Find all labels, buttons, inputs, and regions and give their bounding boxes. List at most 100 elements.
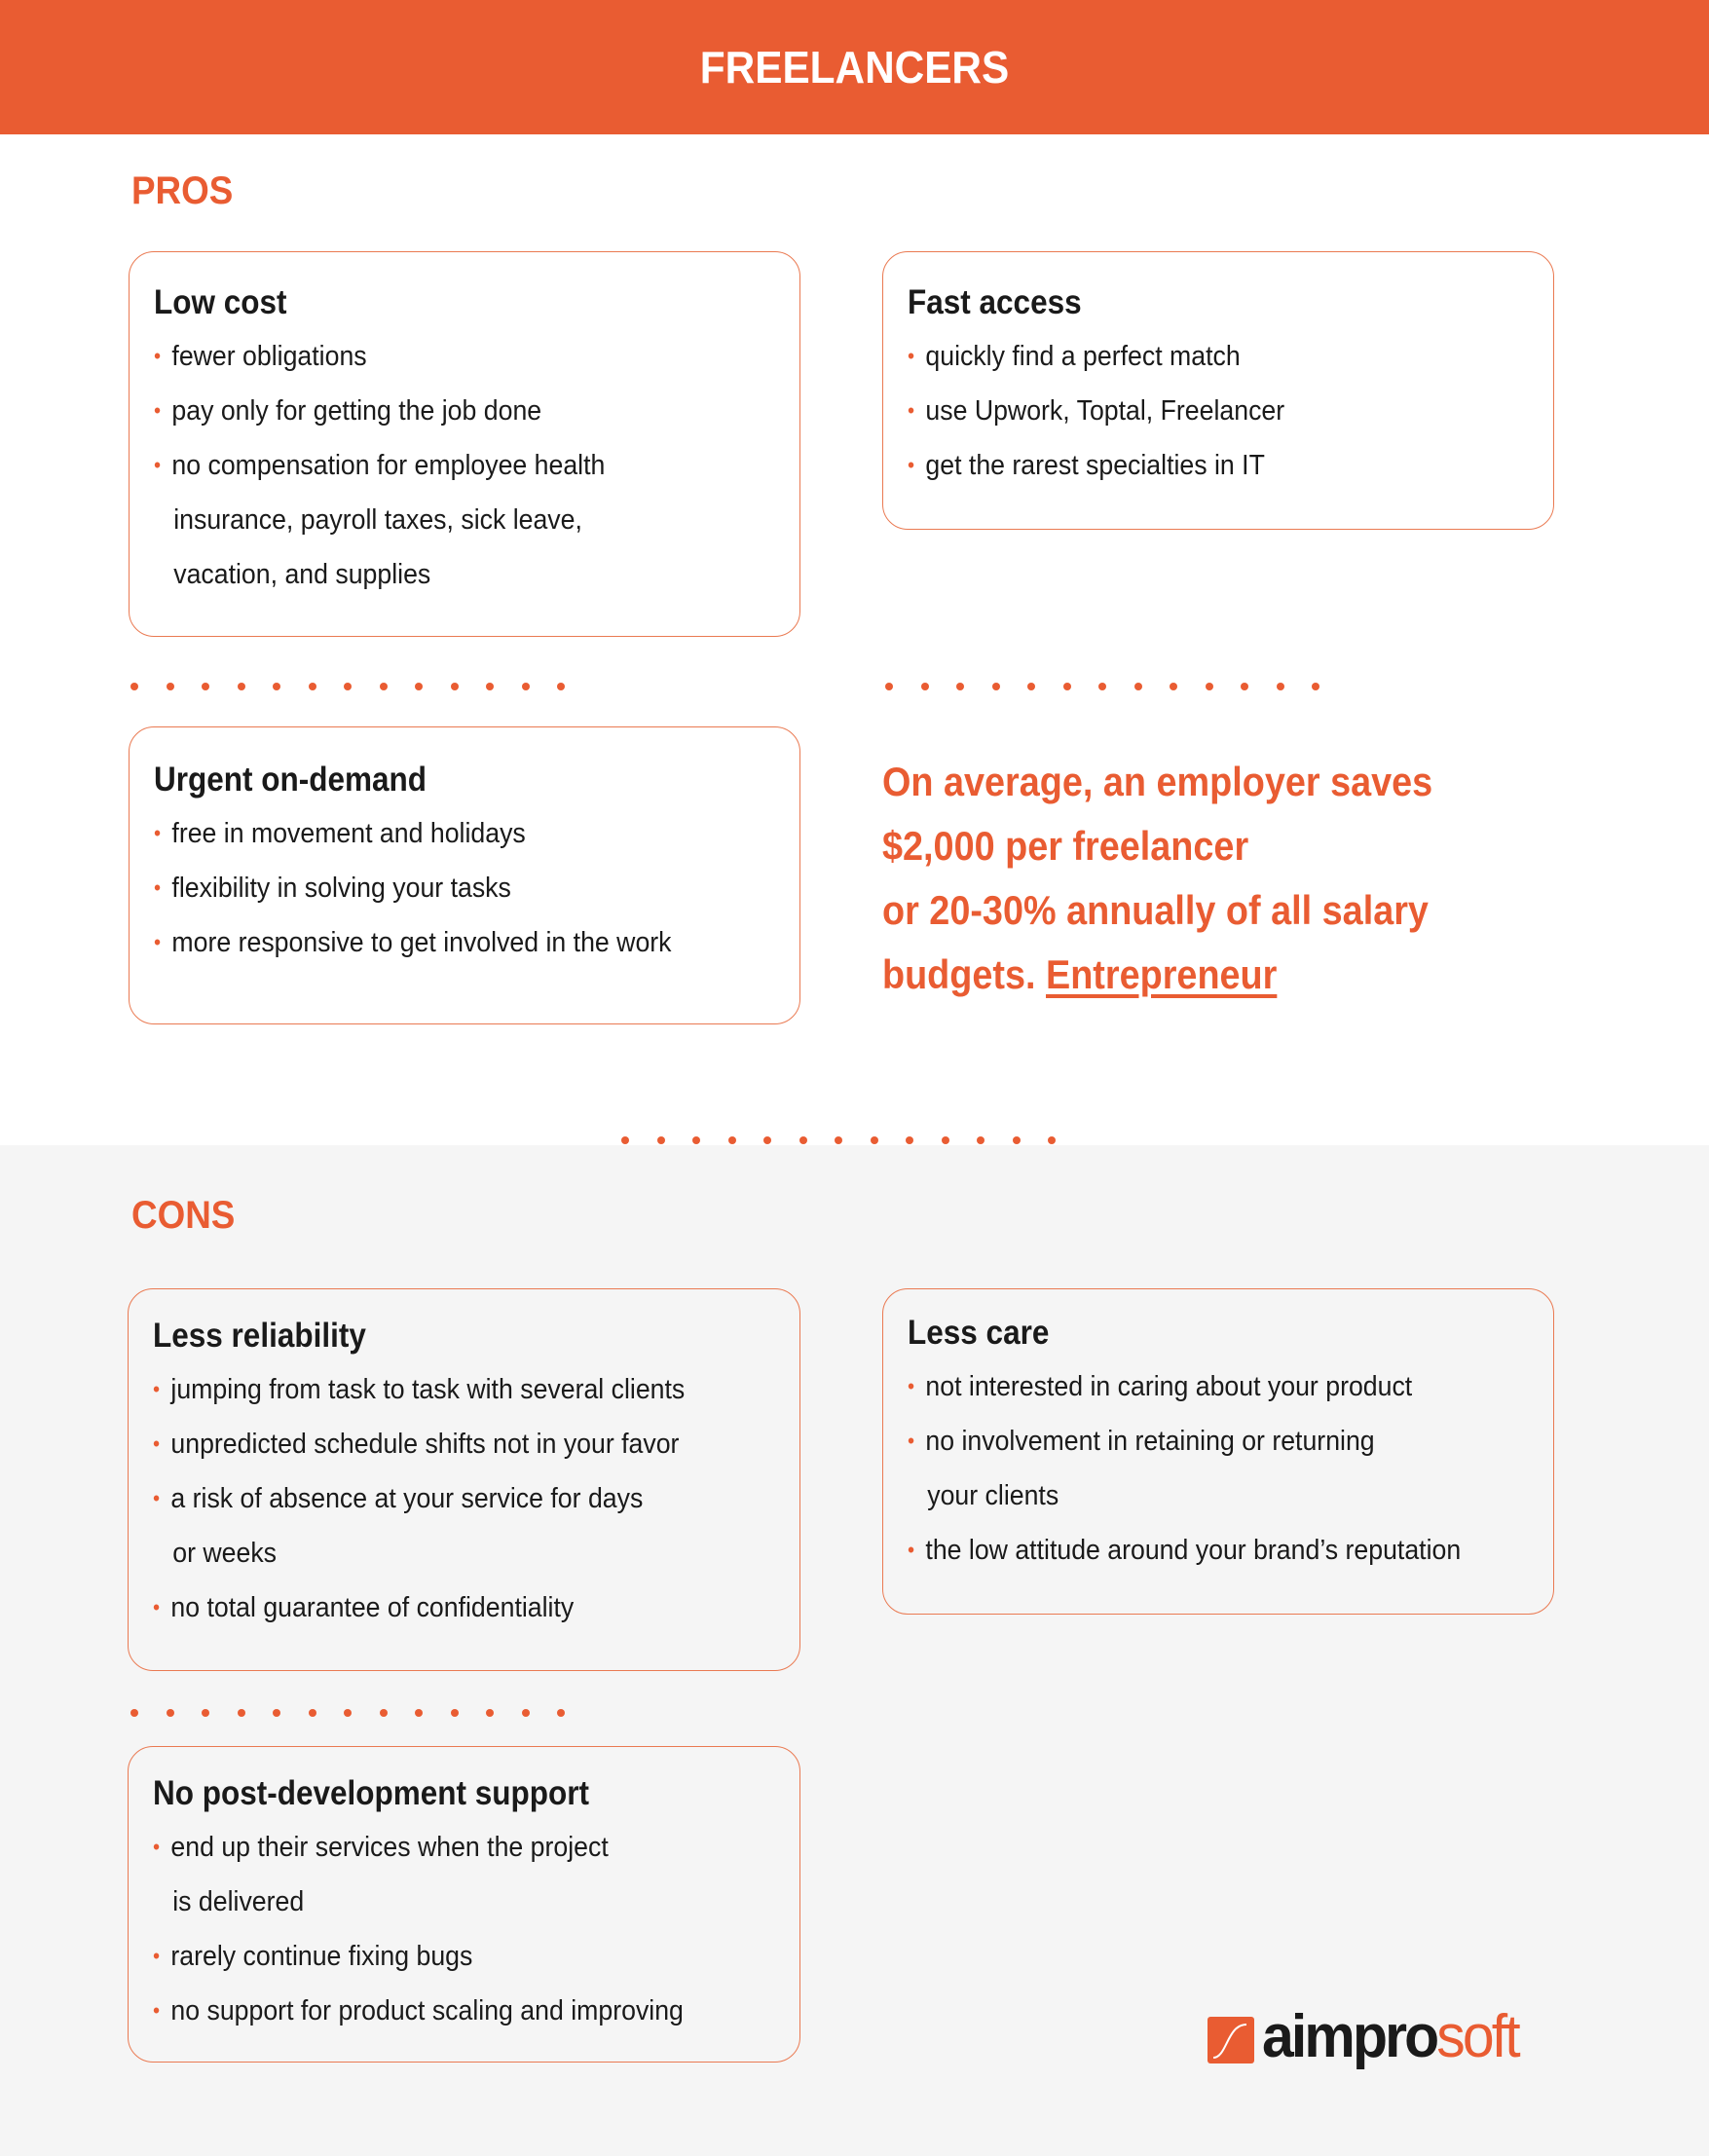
quote-line: $2,000 per freelancer (882, 823, 1249, 869)
dot (344, 1709, 352, 1717)
dot (486, 1709, 494, 1717)
dot (727, 1136, 736, 1144)
dot (237, 683, 245, 690)
bullet-icon: • (908, 1374, 915, 1398)
list-item-text: the low attitude around your brand’s rep… (925, 1535, 1462, 1566)
list-item-text: use Upwork, Toptal, Freelancer (925, 395, 1285, 427)
dot (656, 1136, 665, 1144)
quote-line: budgets. Entrepreneur (882, 943, 1513, 1007)
list-item-text: free in movement and holidays (171, 818, 526, 849)
quote-line: or 20-30% annually of all salary (882, 887, 1429, 933)
quote-line: On average, an employer saves (882, 759, 1433, 804)
dot (1098, 683, 1106, 690)
bullet-icon: • (153, 1377, 161, 1401)
dot (415, 683, 423, 690)
aimprosoft-s-curve-icon (1207, 2017, 1254, 2063)
dot (1048, 1136, 1056, 1144)
dot (130, 683, 138, 690)
list-item: • the low attitude around your brand’s re… (908, 1523, 1502, 1578)
dot (450, 683, 459, 690)
bullet-icon: • (908, 344, 915, 368)
list-item-text: no compensation for employee health (171, 450, 606, 481)
bullet-list: • jumping from task to task with several … (153, 1362, 799, 1635)
list-item-text-continued: vacation, and supplies (173, 559, 431, 590)
cons-card-less-reliability: Less reliability • jumping from task to ta… (128, 1288, 800, 1671)
dot (379, 1709, 388, 1717)
list-item-text-continued: your clients (927, 1480, 1059, 1511)
dot (521, 1709, 530, 1717)
dot (885, 683, 893, 690)
list-item: • no total guarantee of confidentiality (153, 1580, 748, 1635)
quote-line-prefix: budgets. (882, 951, 1047, 997)
list-item: • no involvement in retaining or returnin… (908, 1414, 1502, 1523)
list-item-text: end up their services when the project (170, 1832, 609, 1863)
card-title: No post-development support (153, 1774, 590, 1812)
dot (308, 1709, 316, 1717)
list-item-text: no total guarantee of confidentiality (170, 1592, 575, 1623)
bullet-icon: • (153, 1998, 161, 2023)
bullet-icon: • (908, 1538, 915, 1562)
list-item-text: no involvement in retaining or returning (925, 1426, 1375, 1457)
bullet-icon: • (908, 453, 915, 477)
list-item-text: rarely continue fixing bugs (170, 1941, 473, 1972)
bullet-icon: • (153, 1835, 161, 1859)
card-title: Less care (908, 1314, 1050, 1352)
list-item: • get the rarest specialties in IT (908, 438, 1502, 493)
list-item: • free in movement and holidays (154, 806, 748, 861)
list-item-text-continued: insurance, payroll taxes, sick leave, (173, 504, 582, 536)
list-item-text: a risk of absence at your service for da… (170, 1483, 644, 1514)
dot (486, 683, 494, 690)
dot (237, 1709, 245, 1717)
bullet-icon: • (154, 344, 162, 368)
dot (273, 683, 280, 690)
section-divider-dots (621, 1136, 1084, 1146)
logo-wordmark-accent: soft (1436, 2003, 1520, 2070)
dot (273, 1709, 280, 1717)
dot (906, 1136, 913, 1144)
bullet-icon: • (908, 1429, 915, 1453)
list-item: • quickly find a perfect match (908, 329, 1502, 384)
dot (941, 1136, 949, 1144)
dot (1133, 683, 1142, 690)
dot (1062, 683, 1071, 690)
dot (1276, 683, 1284, 690)
dot (956, 683, 964, 690)
pros-card-low-cost: Low cost • fewer obligations • pay only for … (129, 251, 800, 637)
list-item: • pay only for getting the job done (154, 384, 748, 438)
dot (621, 1136, 629, 1144)
dot (763, 1136, 771, 1144)
dot (557, 1709, 565, 1717)
bullet-icon: • (154, 875, 162, 900)
page-header: FREELANCERS (0, 0, 1709, 134)
bullet-list: • quickly find a perfect match • use Upwork… (908, 329, 1553, 493)
dot (692, 1136, 700, 1144)
dot (308, 683, 316, 690)
dot (1012, 1136, 1021, 1144)
cons-card-less-care: Less care • not interested in caring about… (882, 1288, 1554, 1615)
pros-card-urgent-on-demand: Urgent on-demand • free in movement and ho… (129, 726, 800, 1024)
list-item-text: not interested in caring about your prod… (925, 1371, 1413, 1402)
savings-quote: On average, an employer saves $2,000 per… (882, 750, 1513, 1007)
card-title: Less reliability (153, 1317, 366, 1355)
dot (991, 683, 1000, 690)
list-item: • a risk of absence at your service for d… (153, 1471, 748, 1580)
list-item-text: fewer obligations (171, 341, 367, 372)
page-title: FREELANCERS (699, 42, 1010, 93)
dot (202, 1709, 209, 1717)
bullet-icon: • (153, 1431, 161, 1456)
bullet-icon: • (154, 821, 162, 845)
logo-wordmark-dark: aimpro (1262, 2003, 1439, 2070)
cons-heading: CONS (131, 1194, 236, 1237)
card-title: Low cost (154, 283, 287, 321)
divider-dots (130, 683, 593, 692)
bullet-icon: • (154, 398, 162, 423)
dot (202, 683, 209, 690)
list-item: • jumping from task to task with several … (153, 1362, 748, 1417)
bullet-icon: • (908, 398, 915, 423)
list-item-text-continued: or weeks (172, 1538, 278, 1569)
bullet-list: • fewer obligations • pay only for getting … (154, 329, 799, 602)
bullet-list: • free in movement and holidays • flexibili… (154, 806, 799, 970)
aimprosoft-logo: aimprosoft (1207, 2007, 1532, 2067)
entrepreneur-source-link[interactable]: Entrepreneur (1046, 951, 1277, 997)
bullet-list: • end up their services when the project i… (153, 1820, 799, 2038)
